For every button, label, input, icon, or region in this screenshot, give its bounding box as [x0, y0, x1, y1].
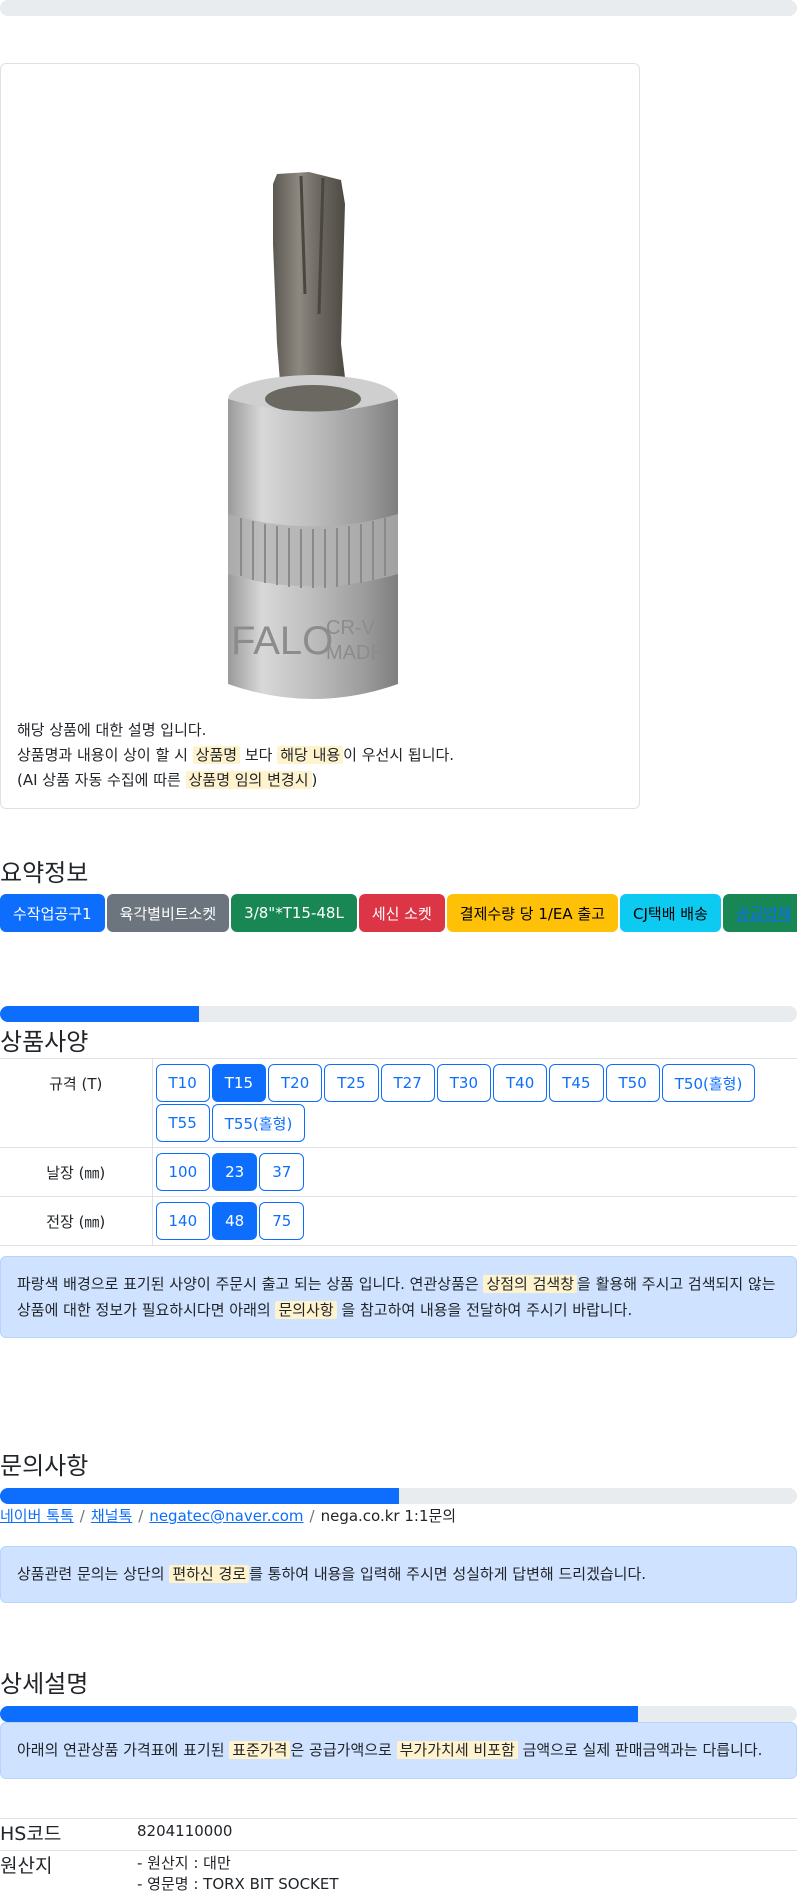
product-notice: 해당 상품에 대한 설명 입니다. 상품명과 내용이 상이 할 시 상품명 보다…: [17, 718, 454, 793]
spec-option-button[interactable]: 140: [155, 1202, 211, 1240]
spec-option-button[interactable]: T10: [155, 1064, 210, 1102]
summary-badges: 수작업공구1 육각별비트소켓 3/8"*T15-48L 세신 소켓 결제수량 당 1/E…: [0, 894, 797, 932]
naver-talktalk-link[interactable]: 네이버 톡톡: [0, 1507, 74, 1525]
summary-badge: 수작업공구1: [0, 894, 105, 932]
summary-badge: 3/8"*T15-48L: [231, 894, 357, 932]
spec-label: 날장 (㎜): [0, 1147, 153, 1197]
site-inquiry-text: nega.co.kr 1:1문의: [320, 1507, 457, 1525]
spec-option-button[interactable]: T25: [324, 1064, 379, 1102]
spec-option-button[interactable]: 100: [155, 1153, 211, 1191]
spec-option-button[interactable]: 37: [259, 1153, 305, 1191]
spec-progress-bar: [0, 1006, 797, 1022]
spec-option-button[interactable]: T40: [493, 1064, 548, 1102]
spec-option-button[interactable]: T30: [436, 1064, 491, 1102]
notice-line-3: (AI 상품 자동 수집에 따른 상품명 임의 변경시): [17, 771, 318, 789]
spec-label: 규격 (T): [0, 1058, 153, 1148]
spec-option-button[interactable]: 75: [259, 1202, 305, 1240]
image-material-text: CR-V: [326, 617, 376, 639]
spec-option-button[interactable]: 23: [212, 1153, 258, 1191]
product-image: FALO CR-V MADE: [228, 172, 398, 699]
notice-line-1: 해당 상품에 대한 설명 입니다.: [17, 721, 207, 739]
hs-code-value: 8204110000: [137, 1822, 233, 1840]
spec-option-button[interactable]: T15: [211, 1064, 266, 1102]
spec-option-button[interactable]: T55: [155, 1104, 210, 1142]
detail-progress-bar: [0, 1706, 797, 1722]
spec-option-button[interactable]: T20: [268, 1064, 323, 1102]
spec-option-button[interactable]: T55(홀형): [211, 1104, 306, 1142]
spec-option-button[interactable]: T45: [549, 1064, 604, 1102]
email-link[interactable]: negatec@naver.com: [149, 1507, 303, 1525]
spec-option-button[interactable]: T50: [605, 1064, 660, 1102]
spec-row: 규격 (T) T10 T15 T20 T25 T27 T30 T40 T45 T50 T50(홀형)…: [0, 1058, 797, 1148]
summary-badge[interactable]: 공급업체: [722, 894, 797, 932]
spec-option-button[interactable]: T27: [380, 1064, 435, 1102]
summary-badge: 결제수량 당 1/EA 출고: [446, 894, 619, 932]
spec-label: 전장 (㎜): [0, 1196, 153, 1246]
notice-line-2: 상품명과 내용이 상이 할 시 상품명 보다 해당 내용 이 우선시 됩니다.: [17, 746, 455, 764]
inquiry-progress-bar: [0, 1488, 797, 1504]
detail-alert: 아래의 연관상품 가격표에 표기된 표준가격 은 공급가액으로 부가가치세 비포함…: [0, 1722, 797, 1779]
origin-label: 원산지: [0, 1855, 53, 1877]
origin-row: 원산지 - 원산지 : 대만 - 영문명 : TORX BIT SOCKET: [0, 1850, 797, 1901]
summary-title: 요약정보: [0, 859, 89, 887]
spec-row: 날장 (㎜) 100 23 37: [0, 1147, 797, 1197]
spec-alert: 파랑색 배경으로 표기된 사양이 주문시 출고 되는 상품 입니다. 연관상품은…: [0, 1256, 797, 1338]
inquiry-alert: 상품관련 문의는 상단의 편하신 경로 를 통하여 내용을 입력해 주시면 성실하…: [0, 1546, 797, 1603]
detail-title: 상세설명: [0, 1670, 89, 1698]
spec-option-button[interactable]: T50(홀형): [661, 1064, 756, 1102]
summary-badge: 세신 소켓: [358, 894, 445, 932]
spec-table: 규격 (T) T10 T15 T20 T25 T27 T30 T40 T45 T50 T50(홀형)…: [0, 1058, 797, 1246]
hs-code-label: HS코드: [0, 1823, 62, 1845]
summary-badge: CJ택배 배송: [620, 894, 721, 932]
image-brand-text: FALO: [231, 619, 333, 663]
image-origin-text: MADE: [326, 642, 384, 664]
hs-code-row: HS코드 8204110000: [0, 1818, 797, 1850]
inquiry-links: 네이버 톡톡 / 채널톡 / negatec@naver.com / nega.co.kr …: [0, 1507, 457, 1525]
spec-row: 전장 (㎜) 140 48 75: [0, 1196, 797, 1246]
spec-option-button[interactable]: 48: [212, 1202, 258, 1240]
inquiry-title: 문의사항: [0, 1452, 89, 1480]
origin-value: - 원산지 : 대만 - 영문명 : TORX BIT SOCKET: [137, 1854, 339, 1893]
top-progress-bar: [0, 0, 797, 16]
spec-title: 상품사양: [0, 1028, 89, 1056]
product-card: FALO CR-V MADE 해당 상품에 대한 설명 입니다. 상품명과 내용…: [0, 63, 640, 809]
channel-talk-link[interactable]: 채널톡: [91, 1507, 132, 1525]
summary-badge: 육각별비트소켓: [106, 894, 230, 932]
